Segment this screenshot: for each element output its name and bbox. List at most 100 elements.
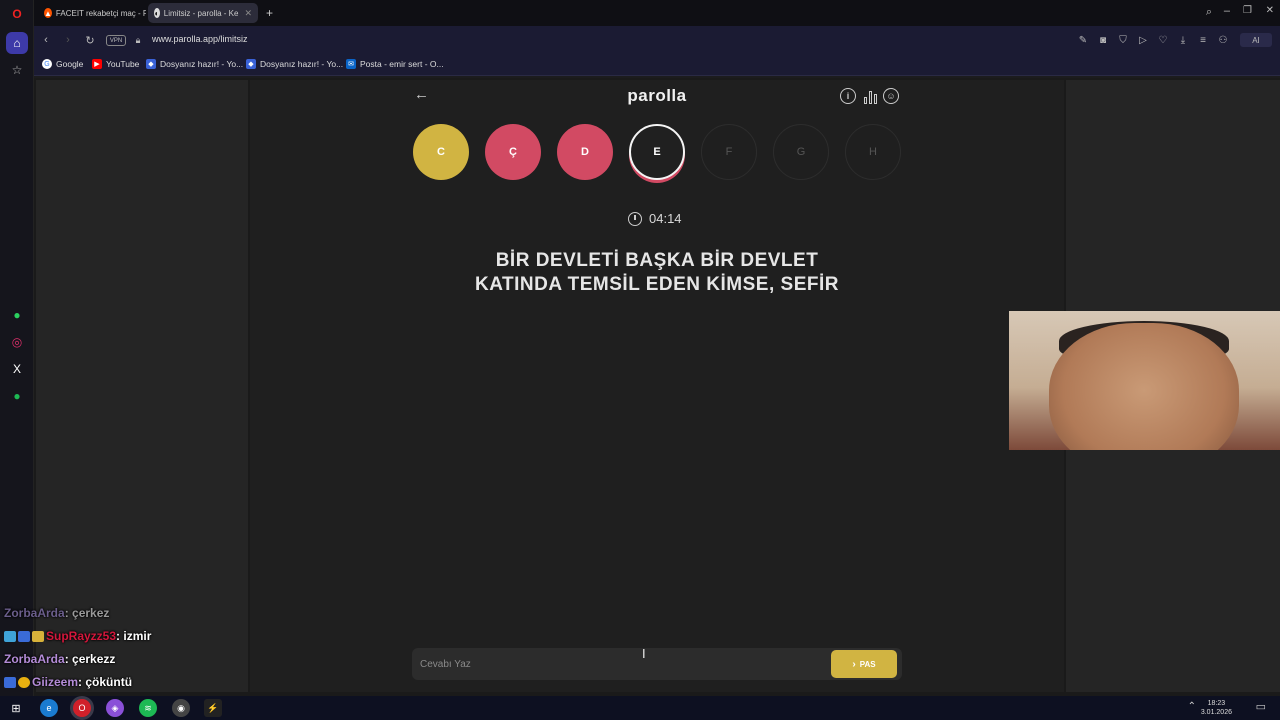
clock-date: 3.01.2026: [1200, 709, 1232, 716]
play-icon[interactable]: ▷: [1136, 33, 1150, 47]
star-icon[interactable]: ☆: [6, 59, 28, 81]
tab-title: FACEIT rekabetçi maç - FA: [55, 8, 146, 18]
chevron-up-icon[interactable]: ⌃: [1188, 701, 1196, 712]
mail-icon: ✉: [346, 59, 356, 69]
bookmark-label: Posta - emir sert - O...: [360, 59, 444, 69]
bookmark-label: Dosyanız hazır! - Yo...: [160, 59, 244, 69]
reload-icon[interactable]: ↻: [82, 32, 98, 48]
tab-faceit[interactable]: ▲ FACEIT rekabetçi maç - FA: [38, 3, 146, 23]
spotify-taskbar-icon[interactable]: ≋: [139, 699, 157, 717]
download-icon[interactable]: ⤓: [1176, 33, 1190, 47]
shield-icon[interactable]: ⛉: [1116, 33, 1130, 47]
chat-message: Giizeem : çöküntü: [4, 675, 132, 689]
lock-icon: 🔒︎: [135, 34, 141, 45]
forward-icon[interactable]: ›: [60, 32, 76, 48]
file-icon: ◆: [246, 59, 256, 69]
edge-icon[interactable]: e: [40, 699, 58, 717]
home-icon[interactable]: ⌂: [6, 32, 28, 54]
chat-message: ZorbaArda : çerkez: [4, 606, 109, 620]
back-arrow-icon[interactable]: ←: [414, 86, 429, 103]
answer-input[interactable]: [420, 654, 820, 674]
minimize-icon[interactable]: –: [1224, 5, 1230, 17]
bookmark-dosya-2[interactable]: ◆ Dosyanız hazır! - Yo...: [246, 59, 343, 69]
letter-cc[interactable]: Ç: [485, 124, 541, 180]
menu-icon[interactable]: ≡: [1196, 33, 1210, 47]
clock-icon: [628, 211, 642, 226]
bookmark-posta[interactable]: ✉ Posta - emir sert - O...: [346, 59, 444, 69]
stats-icon[interactable]: [862, 88, 878, 104]
letter-e[interactable]: E: [629, 124, 685, 180]
search-tabs-icon[interactable]: ⌕: [1206, 6, 1212, 19]
chevron-right-icon: ›: [852, 658, 856, 670]
edit-icon[interactable]: ✎: [1076, 33, 1090, 47]
parolla-icon: ◐: [154, 8, 160, 18]
chat-message: SupRayzz53 : izmir: [4, 629, 151, 643]
user-icon[interactable]: ☺: [883, 88, 899, 104]
timer: 04:14: [628, 211, 682, 226]
bookmark-label: Dosyanız hazır! - Yo...: [260, 59, 344, 69]
app-title: parolla: [627, 86, 687, 105]
new-tab-button[interactable]: +: [262, 3, 280, 23]
opera-logo-icon[interactable]: O: [6, 3, 28, 25]
bookmark-dosya-1[interactable]: ◆ Dosyanız hazır! - Yo...: [146, 59, 243, 69]
pass-button[interactable]: › PAS: [831, 650, 897, 678]
browser-sidebar: O ⌂ ☆ ● ◎ X ●: [0, 0, 34, 696]
profile-icon[interactable]: ⚇: [1216, 33, 1230, 47]
windows-start-icon[interactable]: ⊞: [7, 699, 25, 717]
letter-c[interactable]: C: [413, 124, 469, 180]
ai-label: AI: [1252, 35, 1260, 45]
instagram-icon[interactable]: ◎: [6, 331, 28, 353]
heart-icon[interactable]: ♡: [1156, 33, 1170, 47]
bookmark-google[interactable]: G Google: [42, 59, 83, 69]
letter-d[interactable]: D: [557, 124, 613, 180]
info-icon[interactable]: i: [840, 88, 856, 104]
chat-text: : çerkez: [64, 606, 110, 620]
spotify-icon[interactable]: ●: [6, 385, 28, 407]
google-icon: G: [42, 59, 52, 69]
question-line: BİR DEVLETİ BAŞKA BİR DEVLET: [495, 250, 819, 271]
bookmark-label: YouTube: [106, 59, 140, 69]
whatsapp-icon[interactable]: ●: [6, 304, 28, 326]
address-bar-row: ‹ › ↻ VPN 🔒︎ www.parolla.app/limitsiz ✎ …: [34, 26, 1280, 54]
close-tab-icon[interactable]: ✕: [244, 8, 252, 19]
system-clock[interactable]: 18:23 3.01.2026: [1201, 699, 1232, 717]
youtube-icon: ▶: [92, 59, 102, 69]
chat-text: : çerkezz: [64, 652, 116, 666]
opera-icon[interactable]: O: [73, 699, 91, 717]
chat-text: : çöküntü: [78, 675, 133, 689]
url-field[interactable]: www.parolla.app/limitsiz: [152, 34, 248, 44]
obs-icon[interactable]: ◉: [172, 699, 190, 717]
close-window-icon[interactable]: ✕: [1266, 5, 1274, 16]
file-icon: ◆: [146, 59, 156, 69]
letter-h[interactable]: H: [845, 124, 901, 180]
x-icon[interactable]: X: [6, 358, 28, 380]
restore-icon[interactable]: ❐: [1243, 5, 1252, 16]
back-icon[interactable]: ‹: [38, 32, 54, 48]
tab-parolla[interactable]: ◐ Limitsiz - parolla - Ke ✕: [148, 3, 258, 23]
crown-icon: [32, 630, 44, 642]
tab-title: Limitsiz - parolla - Ke: [163, 8, 239, 18]
notification-icon[interactable]: ▭: [1256, 700, 1266, 713]
ai-button[interactable]: AI: [1240, 33, 1272, 47]
clock-time: 18:23: [1207, 700, 1226, 707]
chat-user: Giizeem: [32, 675, 79, 689]
pass-label: PAS: [859, 659, 876, 669]
app-icon[interactable]: ⚡: [204, 699, 222, 717]
answer-bar: › PAS: [412, 648, 902, 680]
taskbar: ⊞ e O ◈ ≋ ◉ ⚡ ⌃ 18:23 3.01.2026 ▭: [0, 696, 1280, 720]
vpn-badge[interactable]: VPN: [106, 35, 126, 46]
badge-icon: [18, 630, 30, 642]
question-text: BİR DEVLETİ BAŞKA BİR DEVLET KATINDA TEM…: [440, 249, 874, 297]
faceit-icon: ▲: [44, 8, 52, 18]
chat-message: ZorbaArda : çerkezz: [4, 652, 115, 666]
letter-f[interactable]: F: [701, 124, 757, 180]
badge-icon: [18, 676, 30, 688]
camera-icon[interactable]: ◙: [1096, 33, 1110, 47]
badge-icon: [4, 676, 16, 688]
app-icon[interactable]: ◈: [106, 699, 124, 717]
timer-value: 04:14: [649, 211, 682, 226]
webcam-face: [1049, 323, 1239, 450]
bookmark-youtube[interactable]: ▶ YouTube: [92, 59, 139, 69]
chat-text: : izmir: [116, 629, 152, 643]
letter-g[interactable]: G: [773, 124, 829, 180]
